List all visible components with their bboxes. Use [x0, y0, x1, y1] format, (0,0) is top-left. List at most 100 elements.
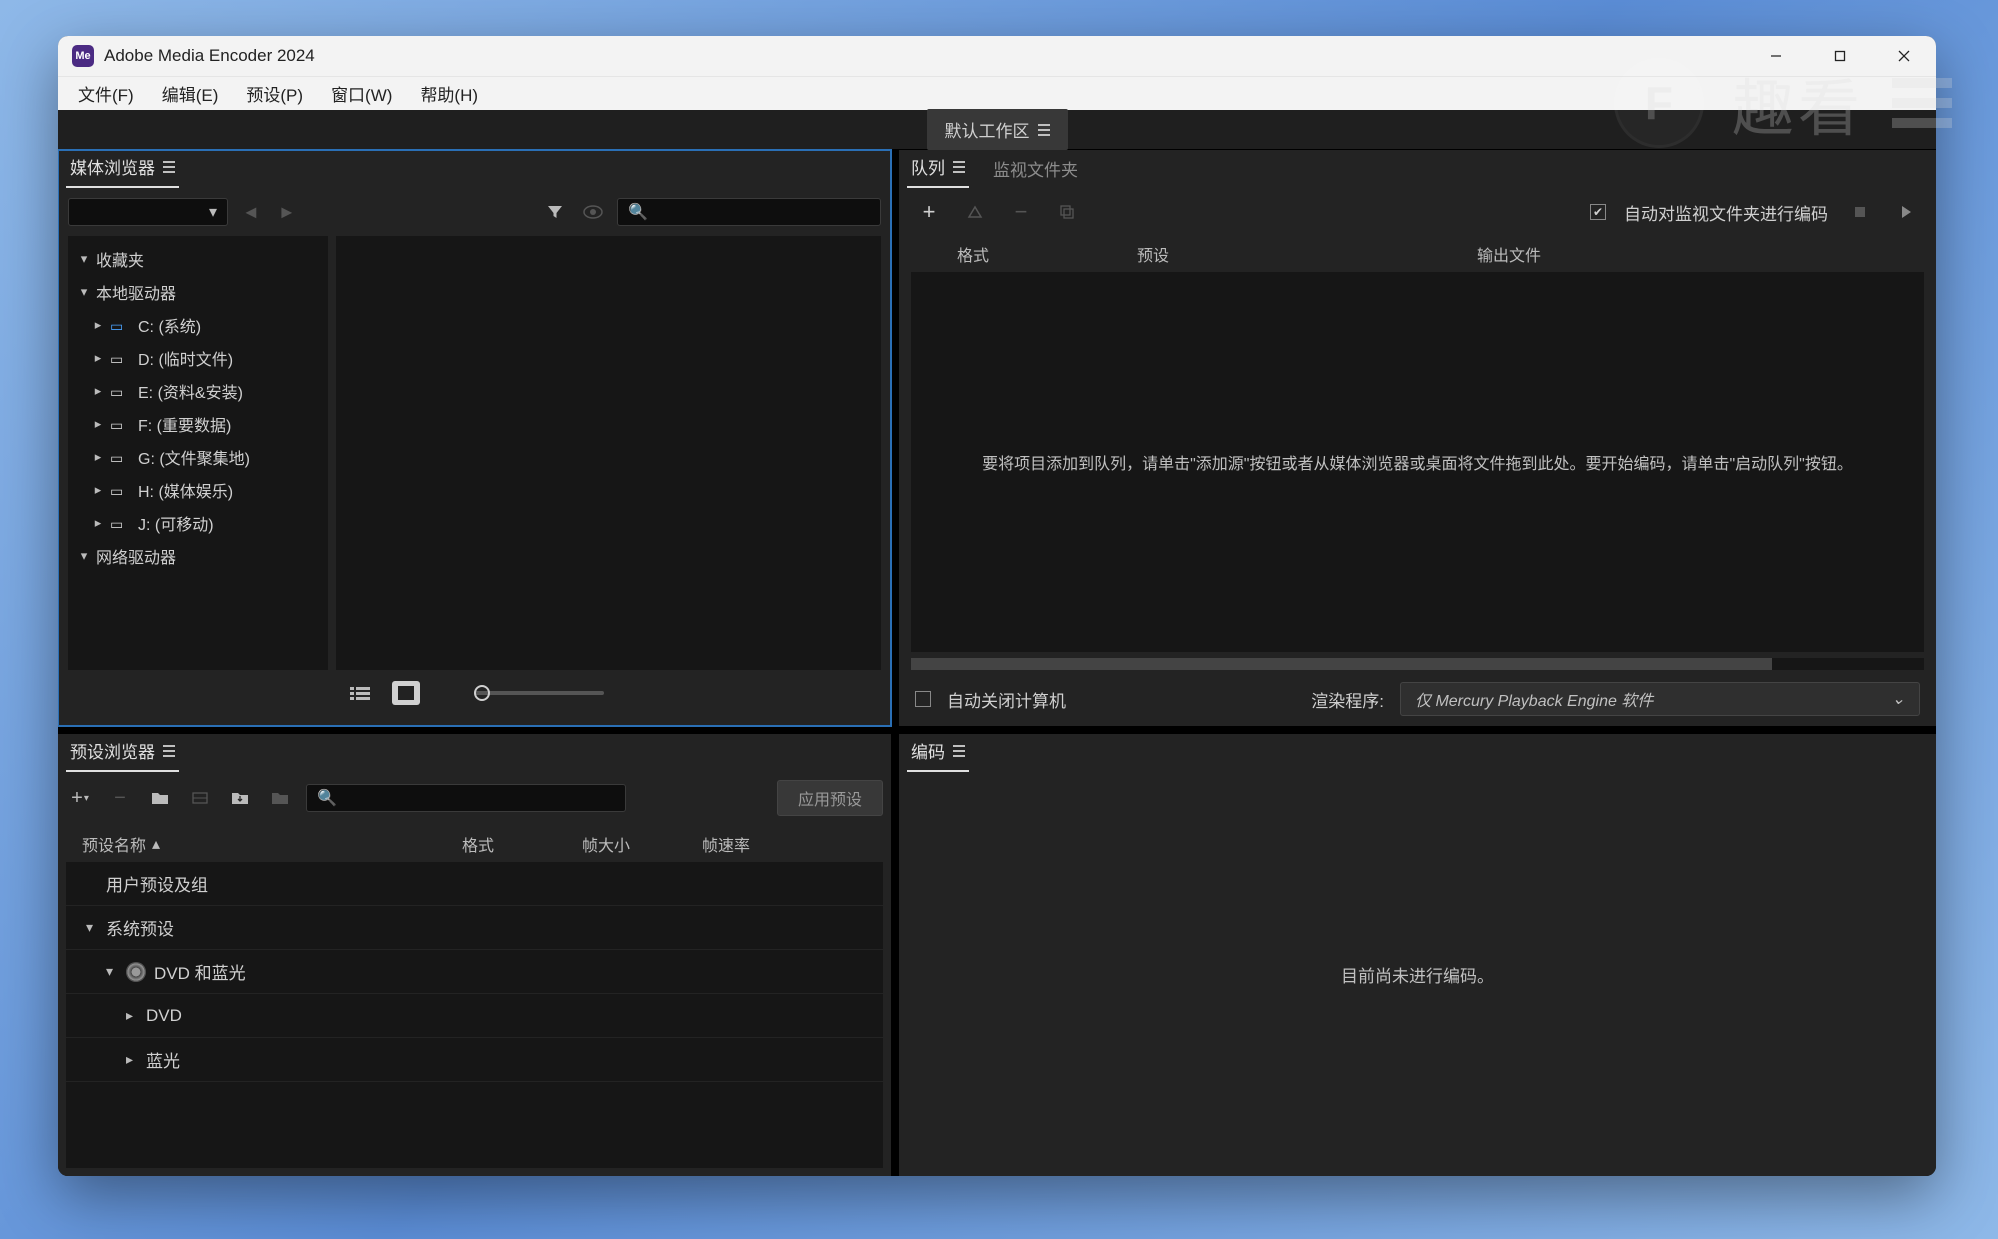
tab-watch-folders[interactable]: 监视文件夹 [989, 149, 1082, 188]
auto-shutdown-checkbox[interactable] [915, 691, 931, 707]
list-view-icon[interactable] [346, 681, 374, 705]
menu-edit[interactable]: 编辑(E) [148, 77, 233, 111]
hamburger-icon [1038, 124, 1050, 136]
pb-dvd[interactable]: ▸DVD [66, 994, 883, 1038]
minimize-button[interactable] [1744, 36, 1808, 76]
mb-path-select[interactable]: ▾ [68, 198, 228, 226]
import-preset-button[interactable] [226, 784, 254, 812]
delete-preset-button[interactable]: − [106, 784, 134, 812]
preset-settings-button[interactable] [186, 784, 214, 812]
pb-dvd-bluray[interactable]: ▾DVD 和蓝光 [66, 950, 883, 994]
menu-window[interactable]: 窗口(W) [317, 77, 406, 111]
pb-system-presets[interactable]: ▾系统预设 [66, 906, 883, 950]
pb-columns: 预设名称 ▴ 格式 帧大小 帧速率 [66, 826, 883, 862]
tab-queue[interactable]: 队列 [907, 147, 969, 188]
export-preset-button[interactable] [266, 784, 294, 812]
tree-drive-g[interactable]: ▸▭G: (文件聚集地) [68, 440, 328, 473]
workspace-tab-default[interactable]: 默认工作区 [927, 109, 1068, 150]
col-output: 输出文件 [1477, 242, 1878, 266]
queue-drop-area[interactable]: 要将项目添加到队列，请单击"添加源"按钮或者从媒体浏览器或桌面将文件拖到此处。要… [911, 272, 1924, 652]
search-icon: 🔍 [628, 202, 648, 222]
duplicate-button[interactable] [1053, 198, 1081, 226]
tree-drive-e[interactable]: ▸▭E: (资料&安装) [68, 374, 328, 407]
chevron-down-icon: ⌄ [1892, 689, 1905, 709]
hamburger-icon[interactable] [163, 745, 175, 757]
mb-toolbar: ▾ ◄ ► 🔍 [68, 198, 881, 226]
disc-icon [126, 962, 146, 982]
col-frame-size[interactable]: 帧大小 [582, 832, 702, 856]
splitter-horizontal-right[interactable] [899, 726, 1936, 734]
menu-preset[interactable]: 预设(P) [232, 77, 317, 111]
col-preset-name[interactable]: 预设名称 ▴ [82, 832, 462, 856]
pb-bluray[interactable]: ▸蓝光 [66, 1038, 883, 1082]
mb-tree[interactable]: ▾收藏夹 ▾本地驱动器 ▸▭C: (系统) ▸▭D: (临时文件) ▸▭E: (… [68, 236, 328, 670]
new-group-button[interactable] [146, 784, 174, 812]
menu-help[interactable]: 帮助(H) [406, 77, 492, 111]
renderer-select[interactable]: 仅 Mercury Playback Engine 软件 ⌄ [1400, 682, 1920, 716]
hamburger-icon[interactable] [163, 161, 175, 173]
filter-icon[interactable] [541, 198, 569, 226]
tree-favorites[interactable]: ▾收藏夹 [68, 242, 328, 275]
panel-encoding: 编码 目前尚未进行编码。 [899, 734, 1936, 1176]
tree-drive-d[interactable]: ▸▭D: (临时文件) [68, 341, 328, 374]
mb-search-input[interactable]: 🔍 [617, 198, 881, 226]
queue-footer: 自动关闭计算机 渲染程序: 仅 Mercury Playback Engine … [907, 682, 1928, 726]
titlebar[interactable]: Me Adobe Media Encoder 2024 [58, 36, 1936, 76]
tree-drive-f[interactable]: ▸▭F: (重要数据) [68, 407, 328, 440]
search-icon: 🔍 [317, 788, 337, 808]
workspace-label: 默认工作区 [945, 117, 1030, 142]
drive-icon: ▭ [110, 516, 132, 530]
hamburger-icon[interactable] [953, 745, 965, 757]
tab-encoding[interactable]: 编码 [907, 731, 969, 772]
col-format[interactable]: 格式 [462, 832, 582, 856]
drive-icon: ▭ [110, 351, 132, 365]
splitter-horizontal-left[interactable] [58, 726, 891, 734]
panel-media-browser: 媒体浏览器 ▾ ◄ ► 🔍 [58, 150, 891, 726]
tab-media-browser[interactable]: 媒体浏览器 [66, 147, 179, 188]
nav-forward-icon[interactable]: ► [274, 202, 300, 223]
tree-drive-j[interactable]: ▸▭J: (可移动) [68, 506, 328, 539]
hamburger-icon[interactable] [953, 161, 965, 173]
auto-encode-checkbox[interactable] [1590, 204, 1606, 220]
menu-file[interactable]: 文件(F) [64, 77, 148, 111]
renderer-label: 渲染程序: [1311, 687, 1384, 712]
add-source-button[interactable]: + [915, 198, 943, 226]
mb-preview [336, 236, 881, 670]
remove-button[interactable]: − [1007, 198, 1035, 226]
add-output-button[interactable] [961, 198, 989, 226]
nav-back-icon[interactable]: ◄ [238, 202, 264, 223]
workspace-bar: 默认工作区 [58, 110, 1936, 150]
maximize-button[interactable] [1808, 36, 1872, 76]
queue-toolbar: + − 自动对监视文件夹进行编码 [907, 192, 1928, 236]
splitter-vertical[interactable] [891, 150, 899, 1176]
mb-footer [68, 670, 881, 716]
col-frame-rate[interactable]: 帧速率 [702, 832, 822, 856]
drive-icon: ▭ [110, 483, 132, 497]
start-queue-button[interactable] [1892, 198, 1920, 226]
app-title: Adobe Media Encoder 2024 [104, 46, 315, 66]
col-format: 格式 [957, 242, 1137, 266]
tree-network-drives[interactable]: ▾网络驱动器 [68, 539, 328, 572]
queue-columns: 格式 预设 输出文件 [907, 236, 1928, 272]
pb-search-input[interactable]: 🔍 [306, 784, 626, 812]
close-button[interactable] [1872, 36, 1936, 76]
tree-local-drives[interactable]: ▾本地驱动器 [68, 275, 328, 308]
pb-user-presets[interactable]: 用户预设及组 [66, 862, 883, 906]
sort-up-icon: ▴ [152, 834, 160, 854]
tab-preset-browser[interactable]: 预设浏览器 [66, 731, 179, 772]
drive-icon: ▭ [110, 384, 132, 398]
drive-icon: ▭ [110, 417, 132, 431]
tree-drive-c[interactable]: ▸▭C: (系统) [68, 308, 328, 341]
thumbnail-size-slider[interactable] [474, 691, 604, 695]
app-icon: Me [72, 45, 94, 67]
col-preset: 预设 [1137, 242, 1477, 266]
stop-queue-button[interactable] [1846, 198, 1874, 226]
tree-drive-h[interactable]: ▸▭H: (媒体娱乐) [68, 473, 328, 506]
thumbnail-view-icon[interactable] [392, 681, 420, 705]
queue-scrollbar[interactable] [911, 658, 1924, 670]
new-preset-button[interactable]: +▾ [66, 784, 94, 812]
pb-tree[interactable]: 用户预设及组 ▾系统预设 ▾DVD 和蓝光 ▸DVD ▸蓝光 [66, 862, 883, 1168]
apply-preset-button[interactable]: 应用预设 [777, 780, 883, 816]
drive-icon: ▭ [110, 450, 132, 464]
ingest-icon[interactable] [579, 198, 607, 226]
